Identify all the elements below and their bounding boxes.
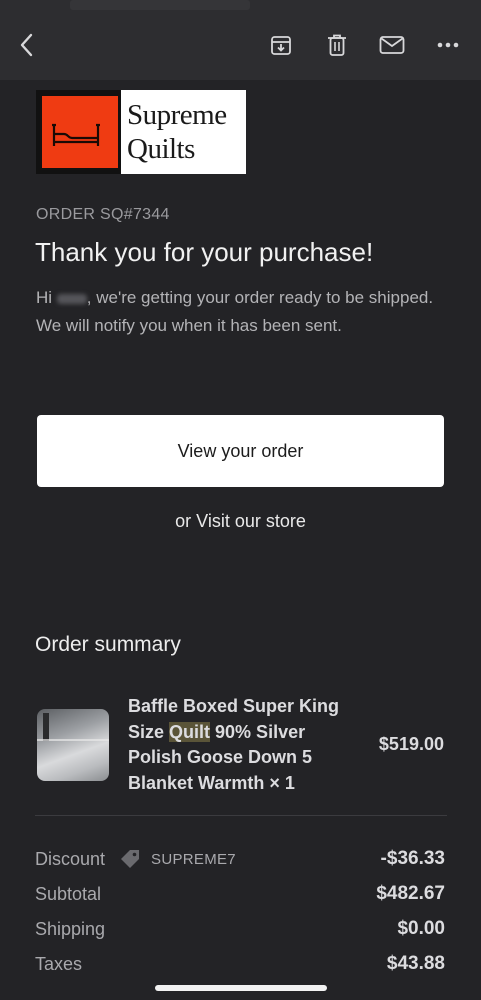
visit-store-link[interactable]: Visit our store: [196, 511, 306, 531]
subtotal-label: Subtotal: [35, 883, 102, 904]
status-bar-remnant: [70, 0, 250, 10]
discount-label: Discount: [35, 848, 106, 869]
more-horizontal-icon: [437, 42, 459, 48]
home-indicator[interactable]: [155, 985, 327, 991]
mail-button[interactable]: [375, 28, 409, 62]
mail-toolbar: [0, 0, 481, 80]
search-highlight: Quilt: [169, 721, 211, 742]
product-name: Baffle Boxed Super King Size Quilt 90% S…: [128, 694, 353, 796]
thumb-quilt-edge: [37, 739, 109, 741]
discount-value: -$36.33: [380, 848, 445, 869]
store-logo[interactable]: Supreme Quilts: [36, 90, 246, 174]
shipping-value: $0.00: [397, 918, 445, 939]
archive-icon: [271, 36, 291, 55]
archive-button[interactable]: [264, 28, 298, 62]
summary-divider: [35, 815, 447, 816]
order-number: ORDER SQ#7344: [36, 206, 170, 223]
back-button[interactable]: [10, 28, 44, 62]
taxes-row: Taxes $43.88: [35, 951, 445, 977]
envelope-icon: [379, 36, 405, 54]
shipping-row: Shipping $0.00: [35, 916, 445, 942]
taxes-value: $43.88: [386, 953, 445, 974]
email-headline: Thank you for your purchase!: [35, 237, 374, 267]
bed-icon: [52, 123, 100, 146]
chevron-left-icon: [20, 33, 33, 57]
discount-code: SUPREME7: [119, 848, 236, 870]
view-order-button[interactable]: View your order: [37, 415, 444, 487]
thumb-bedpost: [43, 713, 49, 741]
tag-icon: [121, 850, 140, 868]
logo-line-1: Supreme: [127, 99, 227, 131]
logo-mark: [36, 90, 121, 174]
subtotal-row: Subtotal $482.67: [35, 881, 445, 907]
logo-line-2: Quilts: [127, 133, 195, 165]
subtotal-value: $482.67: [376, 883, 445, 904]
product-thumbnail[interactable]: [37, 709, 109, 781]
intro-body: , we're getting your order ready to be s…: [36, 288, 434, 335]
visit-prefix: or: [175, 511, 197, 531]
trash-icon: [328, 34, 346, 56]
visit-store-line: or Visit our store: [0, 511, 481, 532]
shipping-label: Shipping: [35, 918, 106, 939]
order-summary-title: Order summary: [35, 633, 181, 656]
intro-text: Hi , we're getting your order ready to b…: [36, 284, 436, 340]
discount-code-text: SUPREME7: [151, 850, 236, 868]
product-price: $519.00: [378, 734, 444, 754]
discount-row: Discount SUPREME7 -$36.33: [35, 846, 445, 872]
taxes-label: Taxes: [35, 953, 83, 974]
logo-wordmark: Supreme Quilts: [121, 90, 246, 174]
more-button[interactable]: [431, 28, 465, 62]
greeting: Hi: [36, 288, 53, 307]
delete-button[interactable]: [320, 28, 354, 62]
redacted-name: [56, 293, 87, 304]
